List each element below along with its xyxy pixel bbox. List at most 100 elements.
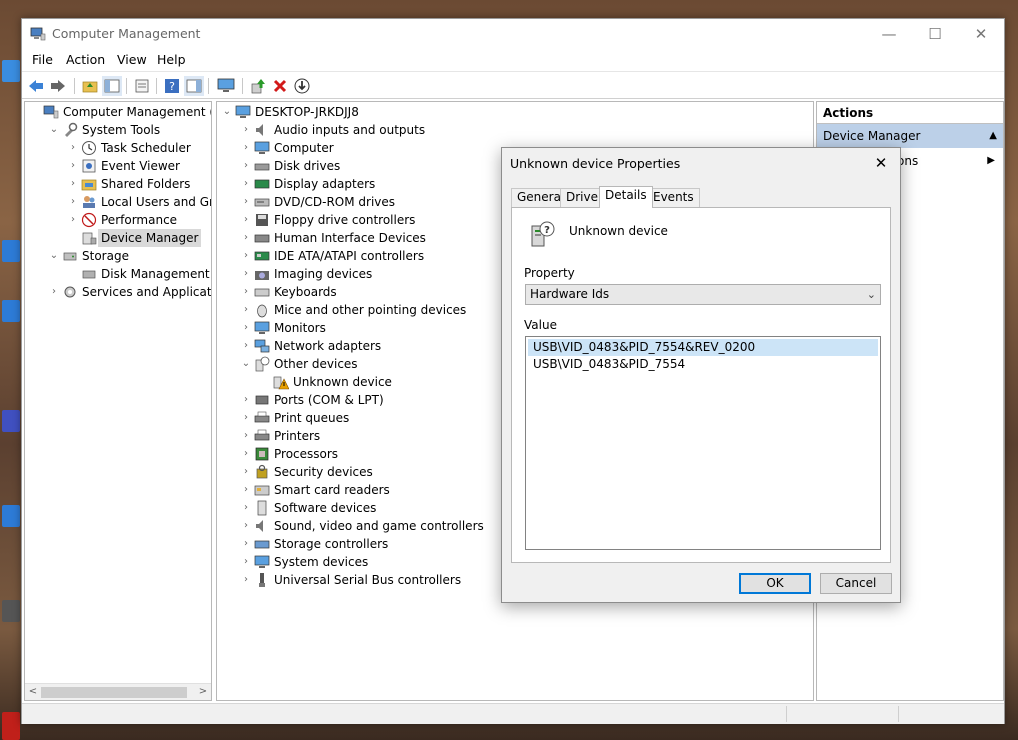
chevron-down-icon: ⌄ — [866, 288, 876, 301]
tree-item-label: Mice and other pointing devices — [274, 303, 467, 317]
monitor-icon — [254, 321, 270, 334]
expand-chevron-icon[interactable]: › — [240, 211, 252, 229]
expand-chevron-icon[interactable]: › — [240, 121, 252, 139]
desktop-icon[interactable] — [2, 410, 20, 432]
monitor-icon[interactable] — [216, 76, 236, 96]
collapse-chevron-icon[interactable]: ⌄ — [221, 103, 233, 121]
computer-icon — [235, 105, 251, 118]
tree-item-label: Sound, video and game controllers — [274, 519, 484, 533]
desktop-icon[interactable] — [2, 600, 20, 622]
expand-chevron-icon[interactable]: › — [240, 499, 252, 517]
collapse-chevron-icon[interactable]: ⌄ — [48, 121, 60, 139]
show-hide-tree-icon[interactable] — [102, 76, 122, 96]
value-list[interactable]: USB\VID_0483&PID_7554&REV_0200 USB\VID_0… — [525, 336, 881, 550]
download-arrow-icon[interactable] — [292, 76, 312, 96]
tree-item-label: IDE ATA/ATAPI controllers — [274, 249, 425, 263]
desktop-icon[interactable] — [2, 300, 20, 322]
menu-view[interactable]: View — [117, 52, 147, 67]
expand-chevron-icon[interactable]: › — [240, 319, 252, 337]
device-properties-dialog: Unknown device Properties ✕ General Driv… — [501, 147, 901, 603]
software-device-icon — [257, 500, 267, 516]
tree-item-label: Shared Folders — [101, 177, 191, 191]
menu-file[interactable]: File — [32, 52, 53, 67]
expand-chevron-icon[interactable]: › — [240, 535, 252, 553]
expand-chevron-icon[interactable]: › — [67, 157, 79, 175]
cancel-button[interactable]: Cancel — [820, 573, 892, 594]
unknown-device-icon: ? — [531, 221, 555, 247]
expand-chevron-icon[interactable]: › — [240, 481, 252, 499]
minimize-button[interactable]: — — [866, 19, 912, 49]
computer-management-icon — [30, 27, 46, 41]
up-folder-icon[interactable] — [80, 76, 100, 96]
back-arrow-icon[interactable] — [26, 76, 46, 96]
horizontal-scrollbar[interactable]: < > — [25, 683, 211, 700]
expand-chevron-icon[interactable]: › — [240, 283, 252, 301]
desktop-icon[interactable] — [2, 712, 20, 740]
tab-events[interactable]: Events — [647, 188, 700, 207]
cpu-icon — [255, 447, 269, 461]
menu-action[interactable]: Action — [66, 52, 105, 67]
camera-icon — [255, 271, 269, 280]
desktop-icon[interactable] — [2, 505, 20, 527]
expand-chevron-icon[interactable]: › — [67, 175, 79, 193]
expand-chevron-icon[interactable]: › — [240, 391, 252, 409]
update-driver-icon[interactable] — [248, 76, 268, 96]
floppy-icon — [256, 214, 268, 226]
ok-button[interactable]: OK — [739, 573, 811, 594]
tree-item-label: Services and Applications — [82, 285, 212, 299]
help-icon[interactable]: ? — [162, 76, 182, 96]
users-icon — [83, 196, 95, 208]
expand-chevron-icon[interactable]: › — [240, 193, 252, 211]
expand-chevron-icon[interactable]: › — [240, 409, 252, 427]
expand-chevron-icon[interactable]: › — [67, 211, 79, 229]
expand-chevron-icon[interactable]: › — [240, 229, 252, 247]
scrollbar-thumb[interactable] — [41, 687, 187, 698]
expand-chevron-icon[interactable]: › — [240, 427, 252, 445]
expand-chevron-icon[interactable]: › — [240, 553, 252, 571]
desktop-icon[interactable] — [2, 60, 20, 82]
expand-chevron-icon[interactable]: › — [240, 571, 252, 589]
value-list-item[interactable]: USB\VID_0483&PID_7554&REV_0200 — [528, 339, 878, 356]
value-list-item[interactable]: USB\VID_0483&PID_7554 — [528, 356, 878, 373]
expand-chevron-icon[interactable]: › — [240, 175, 252, 193]
property-select[interactable]: Hardware Ids ⌄ — [525, 284, 881, 305]
maximize-button[interactable]: ☐ — [912, 19, 958, 49]
collapse-chevron-icon[interactable]: ⌄ — [240, 355, 252, 373]
expand-chevron-icon[interactable]: › — [240, 139, 252, 157]
tree-item-label: Audio inputs and outputs — [274, 123, 426, 137]
collapse-chevron-icon[interactable]: ⌄ — [48, 247, 60, 265]
disk-drive-icon — [254, 163, 270, 171]
collapse-up-icon[interactable]: ▲ — [989, 124, 997, 148]
expand-chevron-icon[interactable]: › — [240, 301, 252, 319]
expand-chevron-icon[interactable]: › — [240, 247, 252, 265]
forward-arrow-icon[interactable] — [48, 76, 68, 96]
tree-item-label: System Tools — [82, 123, 161, 137]
mouse-icon — [257, 304, 267, 318]
expand-chevron-icon[interactable]: › — [67, 139, 79, 157]
expand-chevron-icon[interactable]: › — [67, 193, 79, 211]
expand-chevron-icon[interactable]: › — [240, 445, 252, 463]
tree-item-label: Processors — [274, 447, 339, 461]
tree-item-label: Software devices — [274, 501, 377, 515]
close-button[interactable]: ✕ — [958, 19, 1004, 49]
dialog-close-button[interactable]: ✕ — [870, 152, 892, 174]
desktop-icon[interactable] — [2, 240, 20, 262]
expand-chevron-icon[interactable]: › — [48, 283, 60, 301]
expand-chevron-icon[interactable]: › — [240, 463, 252, 481]
title-bar[interactable]: Computer Management — ☐ ✕ — [22, 19, 1004, 49]
menu-help[interactable]: Help — [157, 52, 186, 67]
uninstall-x-icon[interactable] — [270, 76, 290, 96]
scroll-right-icon[interactable]: > — [196, 685, 210, 699]
device-name: Unknown device — [569, 224, 668, 238]
properties-icon[interactable] — [132, 76, 152, 96]
show-action-pane-icon[interactable] — [184, 76, 204, 96]
port-icon — [255, 395, 269, 405]
services-icon — [64, 286, 76, 298]
actions-device-manager[interactable]: Device Manager ▲ — [817, 124, 1003, 148]
expand-chevron-icon[interactable]: › — [240, 265, 252, 283]
scroll-left-icon[interactable]: < — [26, 685, 40, 699]
expand-chevron-icon[interactable]: › — [240, 157, 252, 175]
expand-chevron-icon[interactable]: › — [240, 517, 252, 535]
tab-details[interactable]: Details — [599, 186, 653, 208]
expand-chevron-icon[interactable]: › — [240, 337, 252, 355]
